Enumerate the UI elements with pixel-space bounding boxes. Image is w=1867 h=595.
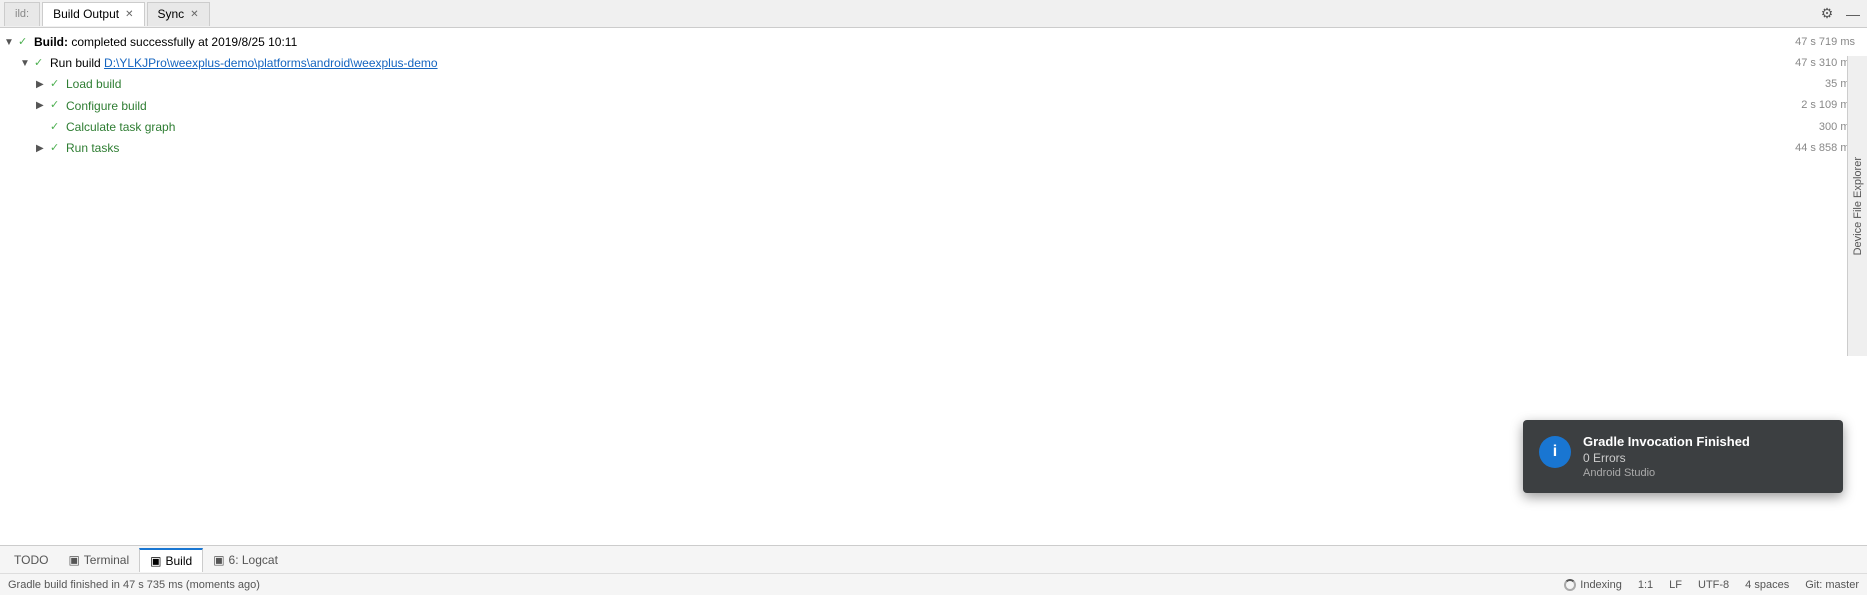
check-icon-calculate-task-graph: ✓ [50, 119, 64, 137]
tab-build-output-close[interactable]: ✕ [125, 9, 133, 20]
bottom-tab-build[interactable]: ▣ Build [139, 548, 203, 572]
notification-errors: 0 Errors [1583, 451, 1827, 465]
notification-source: Android Studio [1583, 467, 1827, 479]
tab-prefix-label: ild: [15, 8, 29, 20]
bottom-tab-logcat-label: 6: Logcat [229, 553, 278, 567]
tree-item-load-build[interactable]: ✓Load build35 ms [0, 74, 1867, 95]
arrow-run-tasks[interactable] [36, 141, 50, 157]
bottom-tab-terminal[interactable]: ▣ Terminal [58, 548, 139, 572]
tab-build-output-label: Build Output [53, 7, 119, 21]
tab-sync-label: Sync [158, 7, 185, 21]
tree-item-build-root[interactable]: ✓Build: completed successfully at 2019/8… [0, 32, 1867, 53]
bottom-tab-todo-label: TODO [14, 553, 48, 567]
bottom-tab-bar: TODO ▣ Terminal ▣ Build ▣ 6: Logcat [0, 545, 1867, 573]
check-icon-run-build: ✓ [34, 55, 48, 73]
arrow-build-root[interactable] [4, 35, 18, 51]
bottom-tab-build-label: Build [166, 554, 193, 568]
minimize-button[interactable]: — [1843, 4, 1863, 24]
item-label-load-build: Load build [66, 75, 1747, 94]
tab-build-output[interactable]: Build Output ✕ [42, 2, 144, 26]
indexing-label: Indexing [1580, 579, 1622, 591]
item-label-run-tasks: Run tasks [66, 139, 1747, 158]
tab-sync[interactable]: Sync ✕ [147, 2, 210, 26]
tree-item-configure-build[interactable]: ✓Configure build2 s 109 ms [0, 96, 1867, 117]
tab-sync-close[interactable]: ✕ [190, 9, 198, 20]
build-icon: ▣ [150, 554, 161, 568]
notification-title: Gradle Invocation Finished [1583, 434, 1827, 449]
notification-content: Gradle Invocation Finished 0 Errors Andr… [1583, 434, 1827, 479]
check-icon-load-build: ✓ [50, 76, 64, 94]
arrow-load-build[interactable] [36, 77, 50, 93]
item-label-calculate-task-graph: Calculate task graph [66, 118, 1747, 137]
tree-item-run-tasks[interactable]: ✓Run tasks44 s 858 ms [0, 138, 1867, 159]
item-label-run-build: Run build D:\YLKJPro\weexplus-demo\platf… [50, 54, 1747, 73]
status-position: 1:1 [1638, 579, 1653, 591]
arrow-run-build[interactable] [20, 56, 34, 72]
spinner-icon [1564, 579, 1576, 591]
bottom-tab-logcat[interactable]: ▣ 6: Logcat [203, 548, 288, 572]
tree-item-run-build[interactable]: ✓Run build D:\YLKJPro\weexplus-demo\plat… [0, 53, 1867, 74]
status-indent: 4 spaces [1745, 579, 1789, 591]
indexing-indicator: Indexing [1564, 579, 1622, 591]
item-label-build-root: Build: completed successfully at 2019/8/… [34, 33, 1747, 52]
check-icon-run-tasks: ✓ [50, 140, 64, 158]
tab-bar-actions: ⚙ — [1817, 4, 1863, 24]
status-line-ending: LF [1669, 579, 1682, 591]
tab-bar: ild: Build Output ✕ Sync ✕ ⚙ — [0, 0, 1867, 28]
status-encoding: UTF-8 [1698, 579, 1729, 591]
device-file-explorer-label: Device File Explorer [1852, 157, 1864, 255]
check-icon-build-root: ✓ [18, 34, 32, 52]
status-bar: Gradle build finished in 47 s 735 ms (mo… [0, 573, 1867, 595]
bottom-tab-terminal-label: Terminal [84, 553, 129, 567]
logcat-icon: ▣ [213, 553, 224, 567]
arrow-configure-build[interactable] [36, 98, 50, 114]
notification-info-icon: i [1539, 436, 1571, 468]
item-label-configure-build: Configure build [66, 97, 1747, 116]
item-time-build-root: 47 s 719 ms [1747, 34, 1867, 52]
device-file-explorer-panel[interactable]: Device File Explorer [1847, 56, 1867, 356]
main-area: ✓Build: completed successfully at 2019/8… [0, 28, 1867, 545]
notification-popup: i Gradle Invocation Finished 0 Errors An… [1523, 420, 1843, 493]
check-icon-configure-build: ✓ [50, 97, 64, 115]
tree-item-calculate-task-graph[interactable]: ✓Calculate task graph300 ms [0, 117, 1867, 138]
tab-build-output-prefix: ild: [4, 2, 40, 26]
terminal-icon: ▣ [68, 553, 79, 567]
status-git-branch: Git: master [1805, 579, 1859, 591]
bottom-tab-todo[interactable]: TODO [4, 548, 58, 572]
status-left-text: Gradle build finished in 47 s 735 ms (mo… [8, 579, 260, 591]
status-bar-right: Indexing 1:1 LF UTF-8 4 spaces Git: mast… [1564, 579, 1859, 591]
settings-button[interactable]: ⚙ [1817, 4, 1837, 24]
